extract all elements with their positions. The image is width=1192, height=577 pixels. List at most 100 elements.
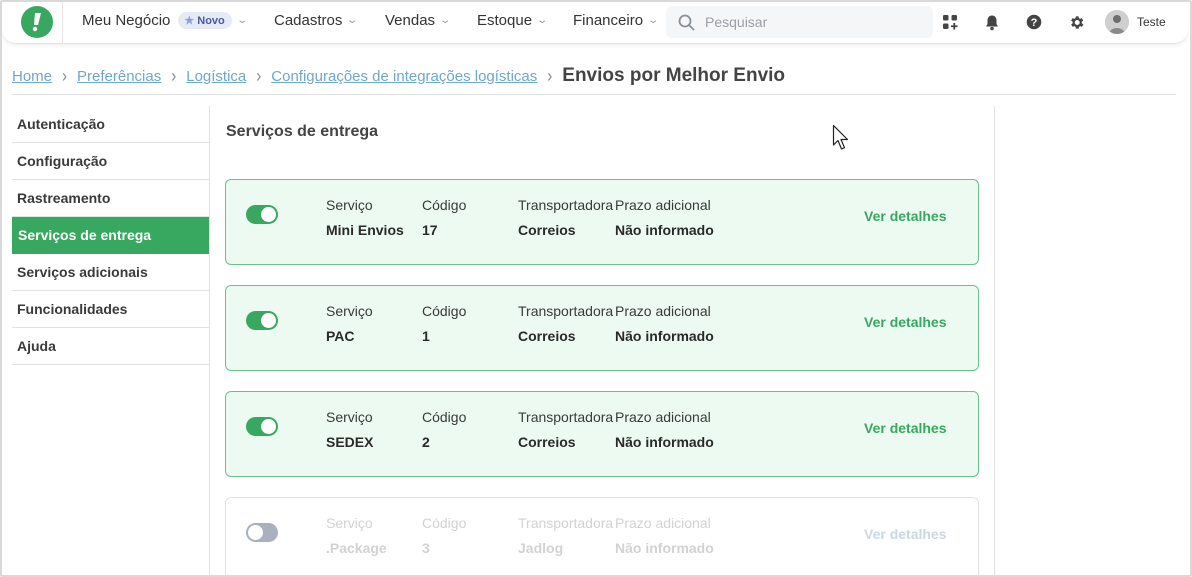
chevron-down-icon: ⌄: [536, 15, 549, 26]
sidebar-item-rastreamento[interactable]: Rastreamento: [12, 180, 209, 217]
nav-meu-negocio[interactable]: Meu Negócio ★ Novo ⌄: [82, 12, 248, 29]
nav-label: Estoque: [477, 12, 533, 29]
chevron-right-icon: ›: [256, 65, 262, 87]
service-carrier: Correios: [518, 222, 576, 238]
codigo-label: Código: [422, 197, 467, 213]
sidebar-item-funcionalidades[interactable]: Funcionalidades: [12, 291, 209, 328]
service-toggle[interactable]: [246, 311, 278, 330]
sidebar-item-servicos-adicionais[interactable]: Serviços adicionais: [12, 254, 209, 291]
toggle-knob: [261, 207, 276, 222]
mouse-cursor-icon: [832, 124, 849, 150]
breadcrumb-preferencias[interactable]: Preferências: [77, 68, 161, 85]
toggle-knob: [261, 419, 276, 434]
toggle-knob: [248, 525, 263, 540]
ver-detalhes-link[interactable]: Ver detalhes: [864, 526, 947, 542]
servico-label: Serviço: [326, 409, 373, 425]
sidebar-item-autenticacao[interactable]: Autenticação: [12, 106, 209, 143]
exclamation-logo-icon: [32, 13, 41, 32]
badge-label: Novo: [197, 14, 225, 27]
apps-icon[interactable]: [940, 12, 960, 32]
prazo-label: Prazo adicional: [615, 515, 711, 531]
prazo-label: Prazo adicional: [615, 409, 711, 425]
service-name: PAC: [326, 328, 355, 344]
help-icon[interactable]: ?: [1024, 12, 1044, 32]
transportadora-label: Transportadora: [518, 197, 614, 213]
service-prazo: Não informado: [615, 328, 714, 344]
service-carrier: Jadlog: [518, 540, 564, 556]
chevron-down-icon: ⌄: [647, 15, 660, 26]
prazo-label: Prazo adicional: [615, 303, 711, 319]
chevron-down-icon: ⌄: [346, 15, 359, 26]
codigo-label: Código: [422, 409, 467, 425]
chevron-right-icon: ›: [547, 65, 553, 87]
nav-cadastros[interactable]: Cadastros ⌄: [274, 12, 359, 29]
service-toggle[interactable]: [246, 205, 278, 224]
prazo-label: Prazo adicional: [615, 197, 711, 213]
service-code: 17: [422, 222, 438, 238]
service-name: Mini Envios: [326, 222, 404, 238]
nav-vendas[interactable]: Vendas ⌄: [385, 12, 452, 29]
page-title: Envios por Melhor Envio: [562, 65, 786, 86]
section-title: Serviços de entrega: [226, 123, 379, 140]
nav-label: Meu Negócio: [82, 12, 171, 29]
nav-financeiro[interactable]: Financeiro ⌄: [573, 12, 660, 29]
service-code: 1: [422, 328, 430, 344]
breadcrumb-divider: [12, 94, 1176, 95]
breadcrumb-logistica[interactable]: Logística: [186, 68, 246, 85]
content-divider: [994, 106, 995, 577]
service-card: Serviço .Package Código 3 Transportadora Ja…: [225, 497, 979, 577]
app-logo[interactable]: [21, 6, 53, 38]
nav-estoque[interactable]: Estoque ⌄: [477, 12, 549, 29]
top-navigation-bar: Meu Negócio ★ Novo ⌄ Cadastros ⌄ Vendas …: [2, 2, 1188, 44]
chevron-down-icon: ⌄: [236, 15, 248, 26]
service-prazo: Não informado: [615, 222, 714, 238]
service-card: Serviço SEDEX Código 2 Transportadora Corre…: [225, 391, 979, 477]
bell-icon[interactable]: [982, 12, 1002, 32]
sidebar-item-ajuda[interactable]: Ajuda: [12, 328, 209, 365]
chevron-right-icon: ›: [62, 65, 68, 87]
chevron-down-icon: ⌄: [439, 15, 452, 26]
codigo-label: Código: [422, 303, 467, 319]
avatar[interactable]: [1105, 10, 1129, 34]
user-name[interactable]: Teste: [1137, 15, 1166, 29]
service-carrier: Correios: [518, 434, 576, 450]
nav-label: Vendas: [385, 12, 436, 29]
search-input[interactable]: [705, 14, 925, 30]
ver-detalhes-link[interactable]: Ver detalhes: [864, 314, 947, 330]
nav-label: Financeiro: [573, 12, 644, 29]
ver-detalhes-link[interactable]: Ver detalhes: [864, 420, 947, 436]
chevron-right-icon: ›: [171, 65, 177, 87]
servico-label: Serviço: [326, 197, 373, 213]
logo-divider: [62, 2, 63, 44]
star-icon: ★: [184, 15, 195, 27]
settings-sidebar: Autenticação Configuração Rastreamento S…: [12, 106, 209, 365]
transportadora-label: Transportadora: [518, 409, 614, 425]
servico-label: Serviço: [326, 303, 373, 319]
service-card: Serviço Mini Envios Código 17 Transportado…: [225, 179, 979, 265]
search-icon: [678, 14, 695, 30]
service-name: SEDEX: [326, 434, 374, 450]
breadcrumb: Home › Preferências › Logística › Config…: [12, 64, 785, 88]
service-carrier: Correios: [518, 328, 576, 344]
service-prazo: Não informado: [615, 540, 714, 556]
service-toggle[interactable]: [246, 417, 278, 436]
sidebar-divider: [209, 106, 210, 577]
sidebar-item-servicos-de-entrega[interactable]: Serviços de entrega: [12, 217, 209, 254]
service-name: .Package: [326, 540, 387, 556]
transportadora-label: Transportadora: [518, 303, 614, 319]
breadcrumb-configuracoes[interactable]: Configurações de integrações logísticas: [271, 68, 537, 85]
transportadora-label: Transportadora: [518, 515, 614, 531]
user-photo-icon: [1105, 10, 1129, 34]
breadcrumb-home[interactable]: Home: [12, 68, 52, 85]
gear-icon[interactable]: [1066, 12, 1086, 32]
service-toggle[interactable]: [246, 523, 278, 542]
service-card: Serviço PAC Código 1 Transportadora Correio…: [225, 285, 979, 371]
sidebar-item-configuracao[interactable]: Configuração: [12, 143, 209, 180]
nav-label: Cadastros: [274, 12, 343, 29]
service-code: 2: [422, 434, 430, 450]
svg-text:?: ?: [1031, 17, 1038, 29]
ver-detalhes-link[interactable]: Ver detalhes: [864, 208, 947, 224]
service-code: 3: [422, 540, 430, 556]
search-box: [666, 6, 933, 38]
codigo-label: Código: [422, 515, 467, 531]
